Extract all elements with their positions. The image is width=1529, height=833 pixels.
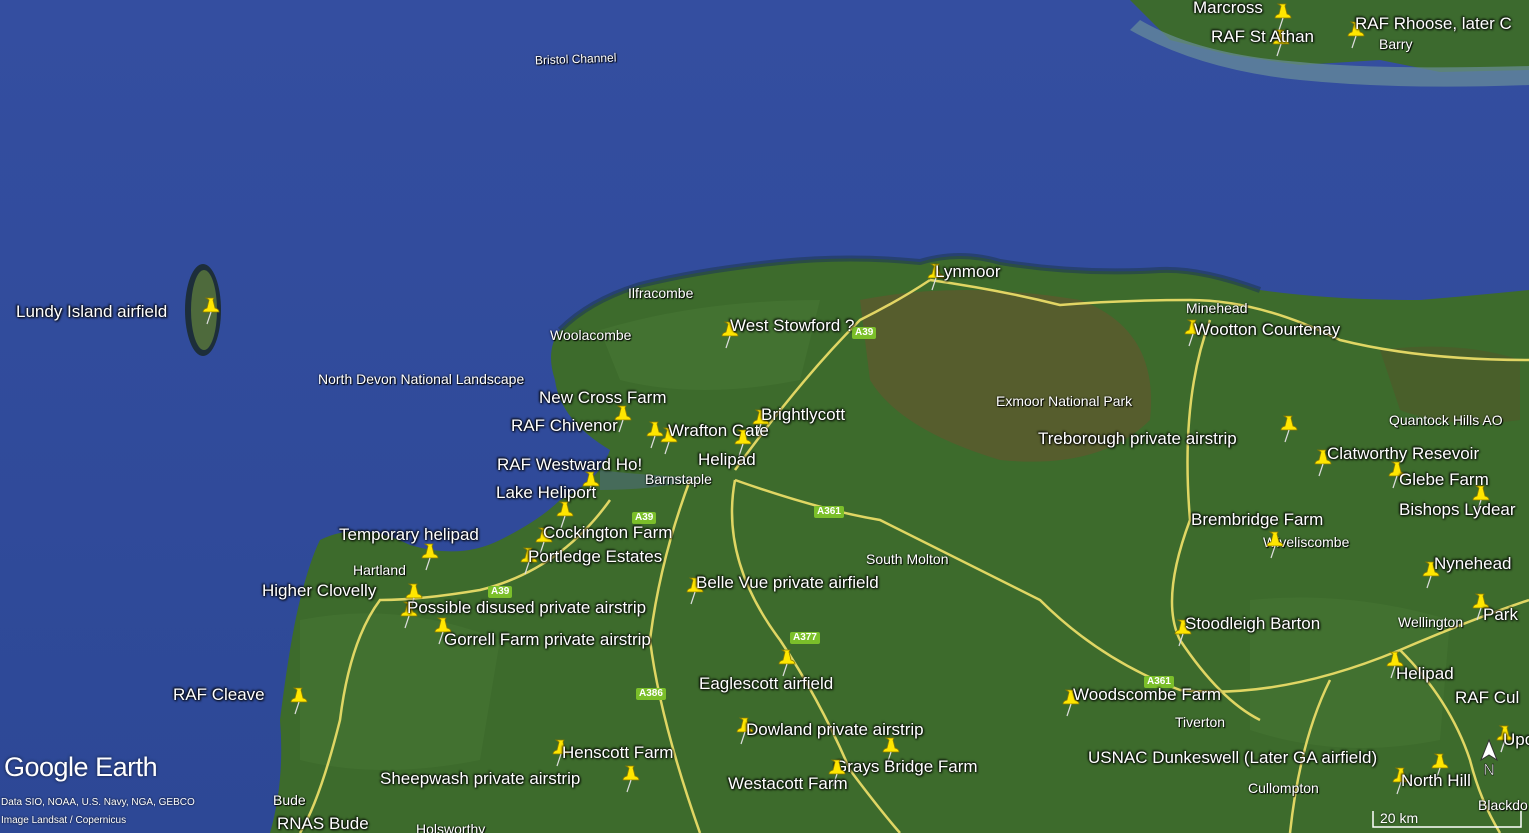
placemark-label[interactable]: RAF St Athan [1211, 27, 1314, 47]
road-shield: A386 [636, 688, 666, 700]
placemark-label[interactable]: Helipad [698, 450, 756, 470]
placemark-label[interactable]: West Stowford ? [730, 316, 854, 336]
placemark-label[interactable]: RAF Chivenor [511, 416, 618, 436]
place-name: South Molton [866, 551, 949, 567]
placemark-label[interactable]: Henscott Farm [562, 743, 673, 763]
place-name: Wellington [1398, 614, 1464, 630]
place-name: Barry [1379, 36, 1413, 52]
placemark-label[interactable]: North Hill [1401, 771, 1471, 791]
placemark-label[interactable]: New Cross Farm [539, 388, 667, 408]
attribution-data: Data SIO, NOAA, U.S. Navy, NGA, GEBCO [1, 797, 195, 808]
map-viewport[interactable]: Bristol Channel Barry Ilfracombe Woolacombe… [0, 0, 1529, 833]
placemark-label[interactable]: Eaglescott airfield [699, 674, 833, 694]
place-name: Cullompton [1248, 780, 1319, 796]
place-name: North Devon National Landscape [318, 371, 525, 387]
google-earth-logo: Google Earth [4, 752, 158, 782]
placemark-label[interactable]: Wootton Courtenay [1194, 320, 1340, 340]
placemark-label[interactable]: RNAS Bude [277, 814, 369, 833]
placemark-label[interactable]: RAF Cul [1455, 688, 1519, 708]
road-shield: A361 [814, 506, 844, 518]
placemark-label[interactable]: Lake Heliport [496, 483, 596, 503]
placemark-label[interactable]: Higher Clovelly [262, 581, 376, 601]
placemark-label[interactable]: Park [1483, 605, 1518, 625]
pushpin-icon[interactable] [1264, 530, 1286, 560]
placemark-label[interactable]: RAF Rhoose, later C [1355, 14, 1512, 34]
place-name: Barnstaple [645, 471, 712, 487]
scale-bar-label: 20 km [1380, 810, 1419, 826]
placemark-label[interactable]: Gorrell Farm private airstrip [444, 630, 651, 650]
placemark-label[interactable]: Temporary helipad [339, 525, 479, 545]
placemark-label[interactable]: RAF Cleave [173, 685, 265, 705]
placemark-label[interactable]: Upo [1503, 730, 1529, 750]
placemark-label[interactable]: Treborough private airstrip [1038, 429, 1237, 449]
place-name: Woolacombe [550, 327, 632, 343]
placemark-label[interactable]: Grays Bridge Farm [834, 757, 978, 777]
attribution-imagery: Image Landsat / Copernicus [1, 815, 127, 826]
place-name: Tiverton [1175, 714, 1226, 730]
pushpin-icon[interactable] [419, 542, 441, 572]
place-name: Exmoor National Park [996, 393, 1133, 409]
place-name: Minehead [1186, 300, 1248, 316]
placemark-label[interactable]: Belle Vue private airfield [696, 573, 879, 593]
placemark-label[interactable]: Lynmoor [935, 262, 1001, 282]
placemark-label[interactable]: Bishops Lydear [1399, 500, 1516, 520]
placemark-label[interactable]: Nynehead [1434, 554, 1512, 574]
placemark-label[interactable]: Woodscombe Farm [1073, 685, 1221, 705]
placemark-label[interactable]: Cockington Farm [543, 523, 672, 543]
placemark-label[interactable]: Sheepwash private airstrip [380, 769, 580, 789]
road-shield: A377 [790, 632, 820, 644]
placemark-label[interactable]: Marcross [1193, 0, 1263, 18]
pushpin-icon[interactable] [200, 296, 222, 326]
place-name: Holsworthy [416, 821, 486, 833]
road-shield: A39 [488, 586, 513, 598]
placemark-label[interactable]: Stoodleigh Barton [1185, 614, 1320, 634]
compass-letter: N [1483, 762, 1495, 778]
placemark-label[interactable]: Portledge Estates [528, 547, 662, 567]
place-name: Quantock Hills AO [1389, 412, 1503, 428]
pushpin-icon[interactable] [620, 764, 642, 794]
placemark-label[interactable]: USNAC Dunkeswell (Later GA airfield) [1088, 748, 1377, 768]
place-name: Hartland [353, 562, 406, 578]
placemark-label[interactable]: Lundy Island airfield [16, 302, 167, 322]
pushpin-icon[interactable] [288, 686, 310, 716]
placemark-label[interactable]: Brightlycott [761, 405, 845, 425]
place-name: Bristol Channel [534, 50, 617, 68]
road-shield: A39 [852, 327, 877, 339]
place-name: Ilfracombe [628, 285, 694, 301]
placemark-label[interactable]: Brembridge Farm [1191, 510, 1323, 530]
placemark-label[interactable]: Helipad [1396, 664, 1454, 684]
place-name: Bude [273, 792, 306, 808]
placemark-label[interactable]: Possible disused private airstrip [407, 598, 646, 618]
pushpin-icon[interactable] [1278, 414, 1300, 444]
north-arrow-icon[interactable]: N [1478, 738, 1500, 779]
placemark-label[interactable]: RAF Westward Ho! [497, 455, 642, 475]
placemark-label[interactable]: Westacott Farm [728, 774, 848, 794]
